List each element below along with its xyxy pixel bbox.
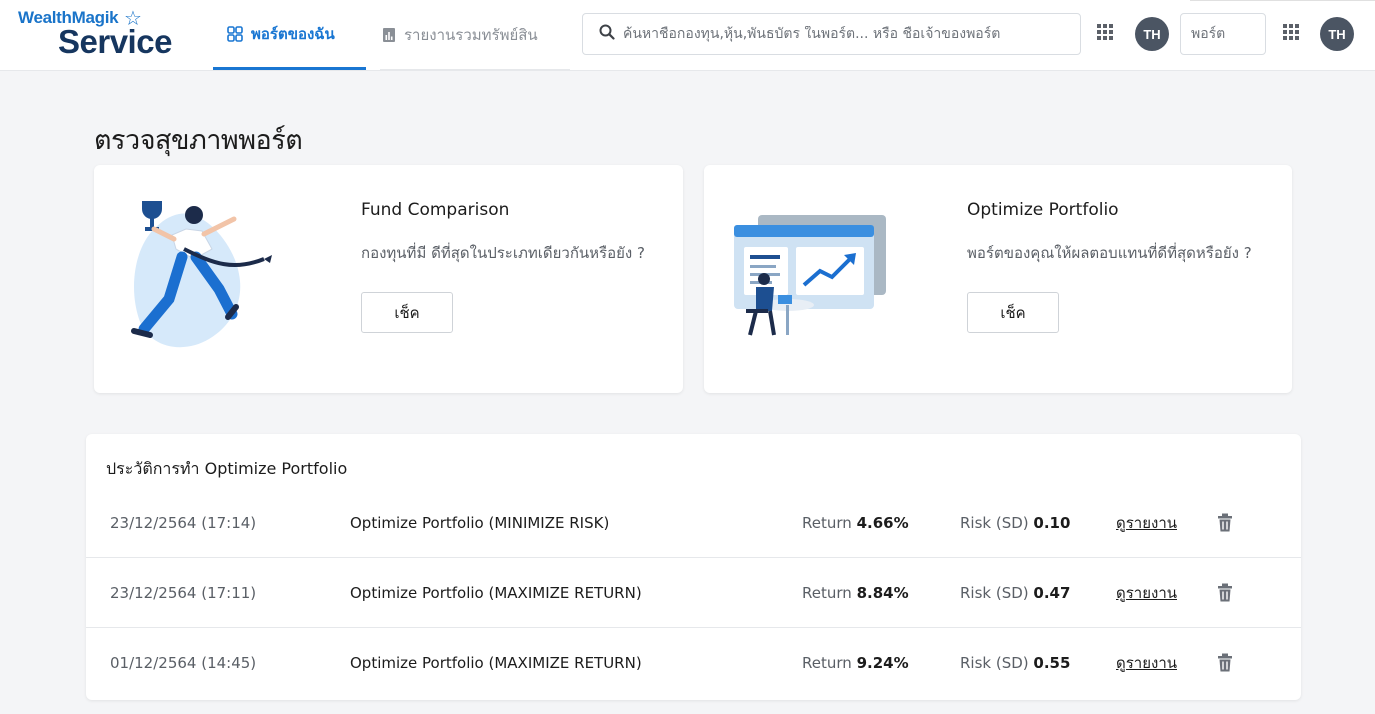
card-title: Fund Comparison <box>361 200 510 220</box>
history-name: Optimize Portfolio (MINIMIZE RISK) <box>350 513 610 532</box>
card-title: Optimize Portfolio <box>967 200 1119 220</box>
trash-icon[interactable] <box>1216 583 1234 603</box>
history-row: 23/12/2564 (17:14) Optimize Portfolio (M… <box>86 488 1301 558</box>
tab-my-portfolio-label: พอร์ตของฉัน <box>251 24 335 43</box>
risk-value: 0.47 <box>1033 583 1071 602</box>
wealthmagik-logo[interactable]: WealthMagik ☆ Service <box>18 8 188 62</box>
history-name: Optimize Portfolio (MAXIMIZE RETURN) <box>350 654 642 672</box>
history-return: Return 9.24% <box>802 654 909 672</box>
apps-grid-icon[interactable] <box>1097 24 1113 40</box>
tab-my-portfolio[interactable]: พอร์ตของฉัน <box>213 0 366 70</box>
tab-asset-report[interactable]: รายงานรวมทรัพย์สิน <box>380 0 570 70</box>
trash-icon[interactable] <box>1216 653 1234 673</box>
portfolio-search-input[interactable]: พอร์ต <box>1180 13 1266 55</box>
history-row: 01/12/2564 (14:45) Optimize Portfolio (M… <box>86 628 1301 698</box>
return-label: Return <box>802 583 852 602</box>
history-return: Return 4.66% <box>802 514 909 532</box>
risk-value: 0.10 <box>1033 513 1071 532</box>
runner-trophy-illustration <box>124 189 284 359</box>
history-return: Return 8.84% <box>802 584 909 602</box>
overlay-strip <box>1190 0 1375 2</box>
logo-wordmark-bottom: Service <box>58 23 172 60</box>
card-description: กองทุนที่มี ดีที่สุดในประเภทเดียวกันหรือ… <box>361 244 645 262</box>
report-icon <box>382 27 396 43</box>
history-date: 01/12/2564 (14:45) <box>110 654 257 672</box>
history-risk: Risk (SD) 0.47 <box>960 584 1070 602</box>
search-box[interactable] <box>582 13 1081 55</box>
return-value: 4.66% <box>856 513 909 532</box>
history-title: ประวัติการทำ Optimize Portfolio <box>106 459 348 478</box>
top-header: WealthMagik ☆ Service พอร์ตของฉัน รายงาน… <box>0 0 1375 71</box>
card-description: พอร์ตของคุณให้ผลตอบแทนที่ดีที่สุดหรือยัง… <box>967 244 1252 262</box>
risk-value: 0.55 <box>1033 654 1071 672</box>
user-avatar[interactable]: TH <box>1320 17 1354 51</box>
history-name: Optimize Portfolio (MAXIMIZE RETURN) <box>350 583 642 602</box>
risk-label: Risk (SD) <box>960 583 1029 602</box>
optimize-history-panel: ประวัติการทำ Optimize Portfolio 23/12/25… <box>86 434 1301 700</box>
history-date: 23/12/2564 (17:14) <box>110 513 257 532</box>
history-risk: Risk (SD) 0.10 <box>960 514 1070 532</box>
view-report-link[interactable]: ดูรายงาน <box>1116 511 1177 535</box>
risk-label: Risk (SD) <box>960 513 1029 532</box>
search-icon <box>599 24 615 44</box>
apps-grid-icon[interactable] <box>1283 24 1299 40</box>
view-report-link[interactable]: ดูรายงาน <box>1116 581 1177 605</box>
return-label: Return <box>802 654 852 672</box>
history-risk: Risk (SD) 0.55 <box>960 654 1070 672</box>
page-title: ตรวจสุขภาพพอร์ต <box>94 125 303 156</box>
return-value: 9.24% <box>856 654 909 672</box>
risk-label: Risk (SD) <box>960 654 1029 672</box>
dashboard-illustration <box>728 205 898 350</box>
view-report-link[interactable]: ดูรายงาน <box>1116 651 1177 675</box>
user-avatar[interactable]: TH <box>1135 17 1169 51</box>
return-label: Return <box>802 513 852 532</box>
fund-comparison-check-button[interactable]: เช็ค <box>361 292 453 333</box>
search-input[interactable] <box>623 26 1063 42</box>
history-date: 23/12/2564 (17:11) <box>110 583 257 602</box>
trash-icon[interactable] <box>1216 513 1234 533</box>
fund-comparison-card: Fund Comparison กองทุนที่มี ดีที่สุดในปร… <box>94 165 683 393</box>
history-row: 23/12/2564 (17:11) Optimize Portfolio (M… <box>86 558 1301 628</box>
optimize-portfolio-card: Optimize Portfolio พอร์ตของคุณให้ผลตอบแท… <box>704 165 1292 393</box>
optimize-portfolio-check-button[interactable]: เช็ค <box>967 292 1059 333</box>
return-value: 8.84% <box>856 583 909 602</box>
grid-icon <box>227 25 243 42</box>
tab-asset-report-label: รายงานรวมทรัพย์สิน <box>404 25 538 44</box>
